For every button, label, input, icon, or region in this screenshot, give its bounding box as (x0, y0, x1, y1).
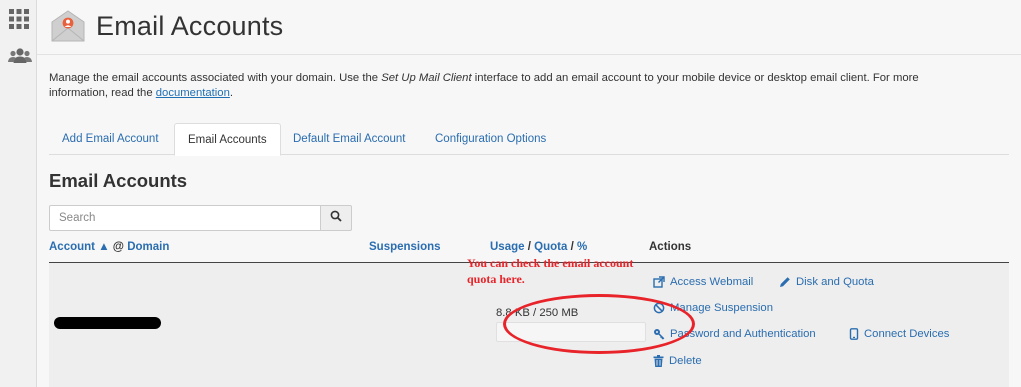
search-group (49, 205, 352, 231)
email-accounts-icon (49, 9, 87, 43)
sort-suspensions-link[interactable]: Suspensions (369, 241, 441, 253)
sort-quota-link[interactable]: Quota (534, 241, 567, 253)
description-end: . (229, 87, 234, 99)
redacted-account-name (54, 317, 161, 329)
page-header: Email Accounts (49, 6, 283, 46)
access-webmail-label: Access Webmail (670, 276, 754, 288)
password-authentication-link[interactable]: Password and Authentication (653, 328, 816, 340)
at-separator: @ (112, 241, 125, 253)
usage-quota-text: 8.8 KB / 250 MB (496, 307, 579, 319)
connect-devices-link[interactable]: Connect Devices (849, 328, 949, 340)
tab-bar: Add Email Account Email Accounts Default… (49, 123, 1009, 156)
users-icon[interactable] (8, 46, 32, 68)
annotation-callout: You can check the email account quota he… (467, 256, 634, 286)
delete-link[interactable]: Delete (653, 355, 702, 367)
tab-configuration-options[interactable]: Configuration Options (422, 123, 559, 156)
pencil-icon (780, 277, 790, 287)
page-title: Email Accounts (96, 10, 284, 41)
external-link-icon (653, 276, 665, 288)
column-usage-quota: Usage / Quota / % (490, 241, 587, 253)
manage-suspension-label: Manage Suspension (670, 302, 774, 314)
disk-and-quota-link[interactable]: Disk and Quota (779, 276, 874, 288)
ban-icon (653, 302, 665, 314)
account-header-label: Account (49, 241, 95, 253)
search-icon (330, 209, 342, 227)
header-divider (37, 54, 1021, 55)
usage-progress-bar (496, 322, 646, 342)
tab-default-email-account[interactable]: Default Email Account (280, 123, 419, 156)
sort-account-link[interactable]: Account ▲ (49, 241, 110, 253)
mobile-device-icon (849, 328, 859, 340)
trash-icon (653, 355, 664, 367)
password-authentication-label: Password and Authentication (670, 328, 816, 340)
slash-separator: / (527, 241, 531, 253)
documentation-link[interactable]: documentation (156, 87, 230, 99)
delete-label: Delete (669, 355, 702, 367)
sort-percent-link[interactable]: % (577, 241, 587, 253)
sidebar (0, 0, 37, 387)
access-webmail-link[interactable]: Access Webmail (653, 276, 753, 288)
column-account-domain: Account ▲ @ Domain (49, 241, 169, 253)
sort-ascending-icon: ▲ (98, 241, 110, 253)
grid-icon[interactable] (8, 8, 30, 30)
page-description: Manage the email accounts associated wit… (49, 71, 979, 101)
connect-devices-label: Connect Devices (864, 328, 950, 340)
description-emphasis: Set Up Mail Client (381, 72, 472, 84)
sort-usage-link[interactable]: Usage (490, 241, 525, 253)
tab-email-accounts[interactable]: Email Accounts (174, 123, 281, 156)
manage-suspension-link[interactable]: Manage Suspension (653, 302, 773, 314)
tab-add-email-account[interactable]: Add Email Account (49, 123, 172, 156)
search-input[interactable] (49, 205, 321, 231)
key-icon (654, 329, 665, 340)
sort-domain-link[interactable]: Domain (127, 241, 169, 253)
description-text: Manage the email accounts associated wit… (49, 72, 382, 84)
disk-and-quota-label: Disk and Quota (796, 276, 874, 288)
column-actions: Actions (649, 241, 692, 253)
main-content: Email Accounts Manage the email accounts… (37, 0, 1021, 387)
section-title: Email Accounts (49, 170, 188, 191)
slash-separator-2: / (570, 241, 574, 253)
column-suspensions: Suspensions (369, 241, 441, 253)
search-button[interactable] (320, 205, 352, 231)
